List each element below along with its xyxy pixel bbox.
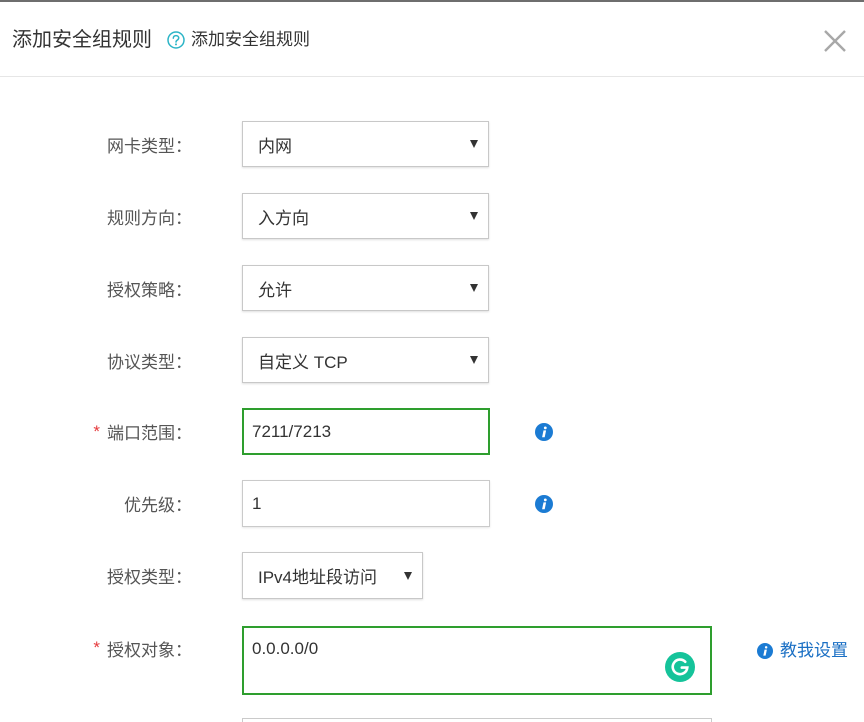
info-circle-icon[interactable]	[535, 495, 553, 513]
required-mark: *	[93, 638, 100, 657]
close-button[interactable]	[823, 29, 847, 53]
form-row-protocol: 协议类型： 自定义 TCP	[0, 337, 864, 383]
form-row-direction: 规则方向： 入方向	[0, 193, 864, 239]
caret-down-icon	[470, 284, 478, 292]
next-field-partial[interactable]	[242, 718, 712, 722]
close-icon	[824, 30, 846, 52]
auth-type-value: IPv4地址段访问	[258, 568, 378, 587]
required-mark: *	[93, 421, 100, 441]
help-link-label: 添加安全组规则	[191, 30, 310, 49]
form-row-policy: 授权策略： 允许	[0, 265, 864, 311]
nic-type-select[interactable]: 内网	[242, 121, 489, 167]
grammarly-icon[interactable]	[665, 652, 695, 682]
policy-value: 允许	[258, 280, 292, 300]
protocol-select[interactable]: 自定义 TCP	[242, 337, 489, 383]
caret-down-icon	[470, 356, 478, 364]
nic-type-value: 内网	[258, 136, 292, 156]
dialog-title: 添加安全组规则	[12, 29, 152, 51]
auth-type-select[interactable]: IPv4地址段访问	[242, 552, 423, 599]
port-range-input[interactable]: 7211/7213	[242, 408, 490, 455]
form-row-priority: 优先级： 1	[0, 480, 864, 527]
auth-object-textarea[interactable]: 0.0.0.0/0	[242, 626, 712, 695]
policy-select[interactable]: 允许	[242, 265, 489, 311]
caret-down-icon	[404, 571, 412, 580]
priority-label: 优先级：	[124, 496, 192, 515]
port-range-label-text: 端口范围：	[107, 424, 192, 443]
teach-me-link[interactable]: 教我设置	[757, 640, 848, 662]
help-link[interactable]: 添加安全组规则	[167, 29, 310, 51]
caret-down-icon	[470, 212, 478, 220]
info-circle-icon	[757, 643, 773, 659]
auth-object-value: 0.0.0.0/0	[252, 639, 319, 658]
port-range-label: * 端口范围：	[0, 408, 192, 455]
teach-me-link-label: 教我设置	[780, 641, 848, 660]
port-range-value: 7211/7213	[252, 421, 332, 441]
direction-label: 规则方向：	[107, 208, 192, 228]
protocol-label: 协议类型：	[107, 352, 192, 372]
info-circle-icon[interactable]	[535, 423, 553, 441]
caret-down-icon	[470, 140, 478, 148]
direction-select[interactable]: 入方向	[242, 193, 489, 239]
auth-object-label-text: 授权对象：	[107, 640, 192, 660]
form-row-nic-type: 网卡类型： 内网	[0, 121, 864, 167]
question-circle-icon	[167, 31, 185, 49]
policy-label: 授权策略：	[107, 280, 192, 300]
priority-input[interactable]: 1	[242, 480, 490, 527]
auth-type-label: 授权类型：	[107, 568, 192, 587]
form-row-port-range: * 端口范围： 7211/7213	[0, 408, 864, 455]
form-row-auth-type: 授权类型： IPv4地址段访问	[0, 552, 864, 599]
direction-value: 入方向	[258, 208, 309, 228]
auth-object-label: * 授权对象：	[0, 626, 192, 670]
protocol-value: 自定义 TCP	[258, 352, 348, 372]
nic-type-label: 网卡类型：	[107, 136, 192, 156]
form-row-auth-object: * 授权对象： 0.0.0.0/0 教我设置	[0, 626, 864, 695]
priority-value: 1	[252, 493, 262, 513]
dialog-header: 添加安全组规则 添加安全组规则	[0, 2, 864, 77]
